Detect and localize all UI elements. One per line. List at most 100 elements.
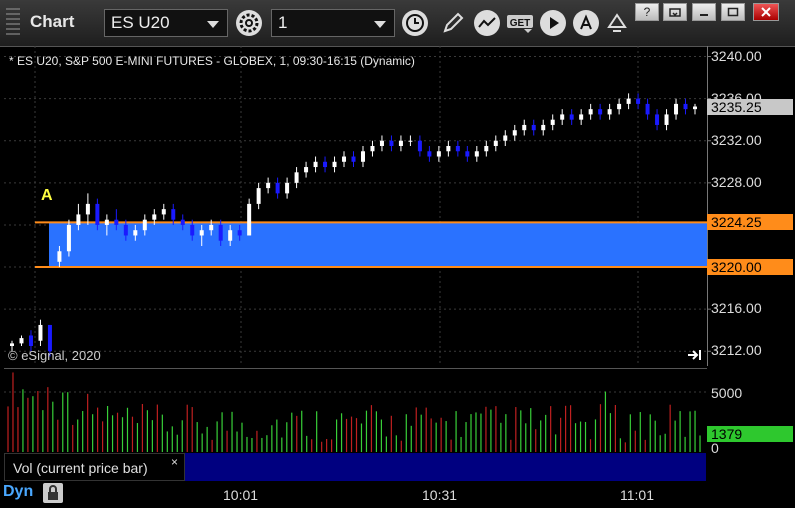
close-button[interactable]: [753, 3, 779, 21]
copyright-text: © eSignal, 2020: [8, 348, 101, 363]
candle-body: [133, 230, 138, 236]
scroll-to-end-icon[interactable]: [686, 348, 704, 362]
time-label-1001: 10:01: [223, 487, 259, 503]
candle-body: [104, 219, 109, 225]
restore-button[interactable]: [663, 3, 687, 21]
candle-body: [247, 203, 252, 236]
price-axis-label: 3228.00: [711, 173, 762, 190]
candle-body: [152, 214, 157, 220]
volume-legend-text: Vol (current price bar): [13, 460, 148, 476]
minimize-icon: [700, 14, 708, 16]
last-price-tag: 3235.25: [707, 98, 793, 115]
candle-body: [674, 103, 679, 115]
play-button[interactable]: [540, 10, 566, 36]
candle-body: [332, 161, 337, 168]
restore-icon: [669, 8, 681, 17]
study-button[interactable]: [474, 10, 500, 36]
settings-button[interactable]: [236, 10, 262, 36]
candle-body: [493, 140, 498, 146]
candle-body: [655, 114, 660, 125]
candle-body: [503, 135, 508, 141]
chart-toolbar: Chart ES U20 1 GET ?: [0, 0, 795, 47]
candle-body: [550, 119, 555, 125]
vol-axis-label-5000: 5000: [711, 385, 743, 401]
volume-status-bar: [185, 453, 706, 481]
clock-icon: [406, 14, 424, 32]
candle-body: [313, 161, 318, 168]
price-axis[interactable]: 3240.003236.003232.003228.003224.003220.…: [707, 46, 795, 366]
candle-body: [598, 109, 603, 115]
candle-body: [19, 338, 24, 344]
candle-body: [209, 224, 214, 231]
dynamic-mode-label[interactable]: Dyn: [3, 483, 33, 501]
price-chart: [4, 46, 707, 366]
level-band: [49, 222, 707, 268]
candle-body: [636, 98, 641, 104]
maximize-icon: [727, 7, 739, 17]
get-button[interactable]: GET: [506, 10, 536, 36]
marker-a-label: A: [41, 187, 53, 204]
symbol-value: ES U20: [111, 13, 170, 32]
candle-body: [199, 230, 204, 236]
help-button[interactable]: ?: [635, 3, 659, 21]
volume-axis[interactable]: 5000 0 1379: [707, 368, 795, 456]
price-axis-label: 3240.00: [711, 47, 762, 64]
volume-legend-close-icon[interactable]: ×: [171, 455, 178, 469]
candle-body: [370, 146, 375, 152]
volume-legend[interactable]: Vol (current price bar): [4, 453, 185, 481]
toolbar-grip[interactable]: [6, 8, 20, 36]
volume-chart: [4, 368, 707, 452]
close-icon: [761, 7, 771, 17]
candle-body: [171, 209, 176, 220]
price-chart-pane[interactable]: * ES U20, S&P 500 E-MINI FUTURES - GLOBE…: [4, 46, 707, 366]
candle-body: [351, 156, 356, 162]
time-button[interactable]: [402, 10, 428, 36]
candle-body: [626, 98, 631, 104]
candle-body: [398, 140, 403, 146]
candle-body: [522, 124, 527, 131]
chevron-down-icon: [374, 21, 386, 28]
candle-body: [607, 109, 612, 115]
candle-body: [323, 161, 328, 168]
candle-body: [417, 140, 422, 152]
candle-body: [228, 230, 233, 241]
candle-body: [560, 114, 565, 120]
draw-button[interactable]: [440, 10, 466, 36]
time-axis[interactable]: 10:01 10:31 11:01: [4, 481, 707, 508]
candle-body: [455, 146, 460, 152]
candle-body: [389, 140, 394, 146]
get-label: GET: [510, 18, 531, 29]
candle-body: [436, 151, 441, 157]
candle-body: [645, 103, 650, 115]
window-title: Chart: [30, 12, 75, 31]
candle-body: [142, 219, 147, 231]
price-axis-label: 3232.00: [711, 131, 762, 148]
candle-body: [180, 219, 185, 225]
interval-combo[interactable]: 1: [271, 9, 395, 37]
candle-body: [38, 324, 43, 341]
candle-body: [484, 146, 489, 152]
candle-body: [161, 209, 166, 215]
candle-body: [266, 182, 271, 189]
candle-body: [66, 224, 71, 252]
minimize-button[interactable]: [692, 3, 716, 21]
alert-button[interactable]: [573, 10, 599, 36]
candle-body: [541, 124, 546, 131]
level-upper-tag: 3224.25: [707, 214, 793, 231]
candle-body: [693, 106, 697, 110]
candle-body: [123, 224, 128, 236]
price-axis-label: 3216.00: [711, 300, 762, 317]
maximize-button[interactable]: [721, 3, 745, 21]
interval-value: 1: [278, 13, 288, 32]
link-button[interactable]: [604, 10, 630, 36]
volume-pane[interactable]: [4, 368, 707, 452]
alert-a-icon: [580, 14, 592, 30]
lock-button[interactable]: [43, 483, 63, 503]
candle-body: [617, 103, 622, 110]
candle-body: [218, 224, 223, 241]
chart-info-line: * ES U20, S&P 500 E-MINI FUTURES - GLOBE…: [9, 54, 415, 68]
symbol-combo[interactable]: ES U20: [104, 9, 228, 37]
gear-icon: [239, 13, 259, 33]
candle-body: [531, 124, 536, 131]
candle-body: [465, 151, 470, 157]
